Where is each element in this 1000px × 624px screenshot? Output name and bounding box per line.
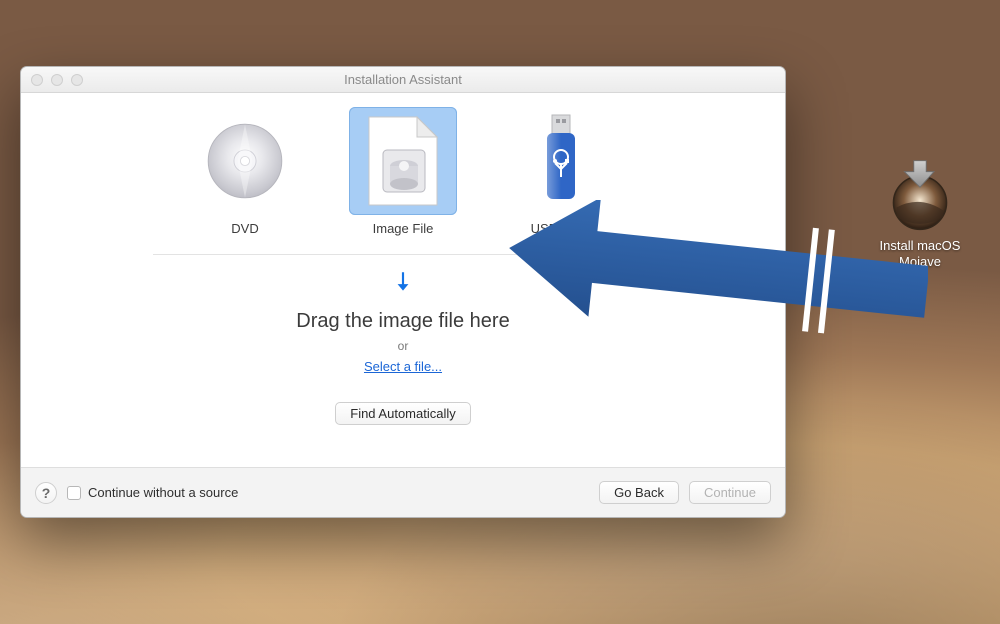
source-options: DVD Image File xyxy=(191,107,615,236)
window-traffic-lights xyxy=(31,74,83,86)
option-image-file-label: Image File xyxy=(373,221,434,236)
option-usb[interactable]: USB Drive xyxy=(507,107,615,236)
option-image-file[interactable]: Image File xyxy=(349,107,457,236)
dropzone[interactable]: Drag the image file here or Select a fil… xyxy=(296,269,509,374)
divider xyxy=(153,254,653,255)
window-titlebar[interactable]: Installation Assistant xyxy=(21,67,785,93)
installer-icon xyxy=(881,156,959,234)
continue-button: Continue xyxy=(689,481,771,504)
option-dvd-label: DVD xyxy=(231,221,258,236)
select-file-link[interactable]: Select a file... xyxy=(364,359,442,374)
zoom-icon[interactable] xyxy=(71,74,83,86)
dropzone-heading: Drag the image file here xyxy=(296,310,509,333)
option-dvd[interactable]: DVD xyxy=(191,107,299,236)
continue-without-source-checkbox[interactable]: Continue without a source xyxy=(67,485,238,500)
usb-icon xyxy=(536,111,586,211)
minimize-icon[interactable] xyxy=(51,74,63,86)
find-automatically-button[interactable]: Find Automatically xyxy=(335,402,471,425)
window-footer: ? Continue without a source Go Back Cont… xyxy=(21,467,785,517)
dvd-icon xyxy=(199,115,291,207)
installation-assistant-window: Installation Assistant xyxy=(20,66,786,518)
arrow-down-icon xyxy=(390,269,416,300)
go-back-button[interactable]: Go Back xyxy=(599,481,679,504)
window-title: Installation Assistant xyxy=(344,72,462,87)
help-button[interactable]: ? xyxy=(35,482,57,504)
dropzone-or: or xyxy=(398,339,409,353)
option-usb-label: USB Drive xyxy=(531,221,592,236)
window-content: DVD Image File xyxy=(21,93,785,467)
image-file-icon xyxy=(363,114,443,208)
close-icon[interactable] xyxy=(31,74,43,86)
desktop-app-icon-label: Install macOS Mojave xyxy=(880,238,961,271)
checkbox-icon xyxy=(67,486,81,500)
desktop-app-icon[interactable]: Install macOS Mojave xyxy=(860,156,980,271)
checkbox-label: Continue without a source xyxy=(88,485,238,500)
